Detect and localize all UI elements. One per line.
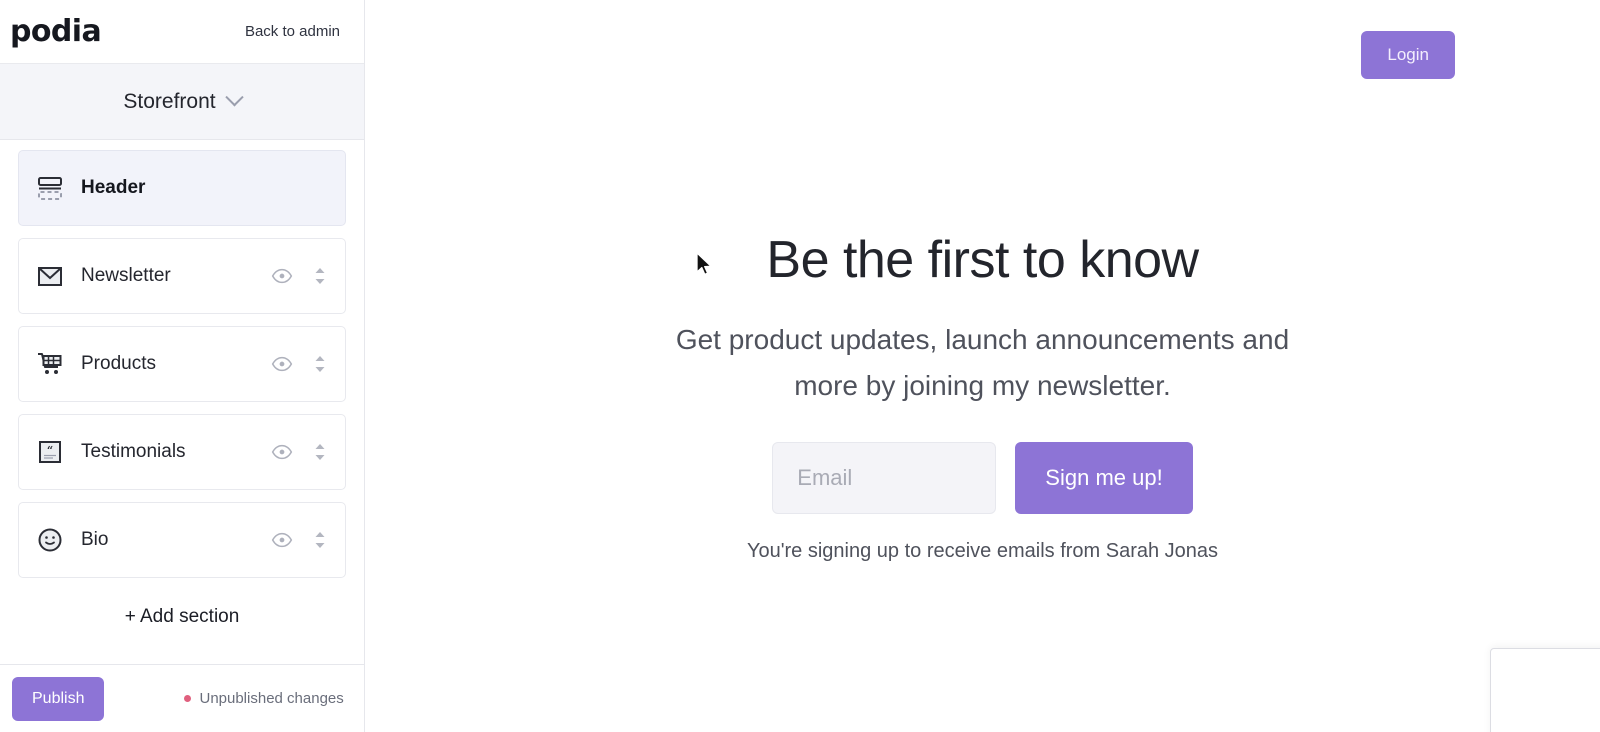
sidebar-item-testimonials[interactable]: “ Testimonials — [18, 414, 346, 490]
email-input[interactable] — [772, 441, 997, 514]
row-actions — [271, 353, 327, 375]
sidebar-item-label: Products — [81, 353, 156, 374]
sidebar-item-products[interactable]: Products — [18, 326, 346, 402]
envelope-icon — [35, 261, 65, 291]
sort-updown-icon[interactable] — [313, 353, 327, 375]
sidebar-item-label: Header — [81, 177, 146, 198]
newsletter-disclaimer: You're signing up to receive emails from… — [746, 539, 1219, 562]
eye-icon[interactable] — [271, 441, 293, 463]
newsletter-heading: Be the first to know — [766, 231, 1199, 289]
sidebar-item-bio[interactable]: Bio — [18, 502, 346, 578]
quote-card-icon: “ — [35, 437, 65, 467]
chevron-down-icon — [224, 88, 244, 107]
shopping-cart-icon — [35, 349, 65, 379]
preview-topbar: Login — [365, 0, 1600, 110]
unpublished-changes-label: Unpublished changes — [199, 690, 344, 707]
row-actions — [271, 265, 327, 287]
newsletter-signup-form: Sign me up! — [772, 441, 1193, 514]
podia-logo: podia — [10, 13, 102, 49]
editor-sidebar: podia Back to admin Storefront Header Ne… — [0, 0, 365, 732]
newsletter-subheading: Get product updates, launch announcement… — [675, 324, 1290, 401]
section-list: Header Newsletter Products “ Testimonial… — [0, 140, 364, 664]
sort-updown-icon[interactable] — [313, 265, 327, 287]
login-button[interactable]: Login — [1361, 31, 1455, 79]
back-to-admin-link[interactable]: Back to admin — [245, 23, 340, 40]
newsletter-section[interactable]: Be the first to know Get product updates… — [365, 231, 1600, 563]
row-actions — [271, 441, 327, 463]
sidebar-item-newsletter[interactable]: Newsletter — [18, 238, 346, 314]
smiley-face-icon — [35, 525, 65, 555]
sign-me-up-button[interactable]: Sign me up! — [1015, 441, 1193, 514]
sidebar-item-label: Newsletter — [81, 265, 171, 286]
storefront-preview: Login Be the first to know Get product u… — [365, 0, 1600, 732]
unpublished-changes-status: Unpublished changes — [184, 690, 344, 707]
eye-icon[interactable] — [271, 529, 293, 551]
sidebar-item-label: Bio — [81, 529, 109, 550]
sidebar-item-header[interactable]: Header — [18, 150, 346, 226]
eye-icon[interactable] — [271, 353, 293, 375]
eye-icon[interactable] — [271, 265, 293, 287]
status-dot-icon — [184, 695, 192, 702]
sidebar-item-label: Testimonials — [81, 441, 186, 462]
sort-updown-icon[interactable] — [313, 441, 327, 463]
partial-panel-bottom-right — [1490, 648, 1600, 732]
storefront-label: Storefront — [123, 89, 216, 113]
storefront-editor: podia Back to admin Storefront Header Ne… — [0, 0, 1600, 732]
add-section-button[interactable]: + Add section — [18, 590, 346, 628]
row-actions — [271, 529, 327, 551]
storefront-selector[interactable]: Storefront — [0, 64, 364, 140]
sidebar-topbar: podia Back to admin — [0, 0, 364, 64]
sort-updown-icon[interactable] — [313, 529, 327, 551]
layout-header-icon — [35, 173, 65, 203]
sidebar-footer: Publish Unpublished changes — [0, 664, 364, 732]
publish-button[interactable]: Publish — [12, 676, 105, 721]
